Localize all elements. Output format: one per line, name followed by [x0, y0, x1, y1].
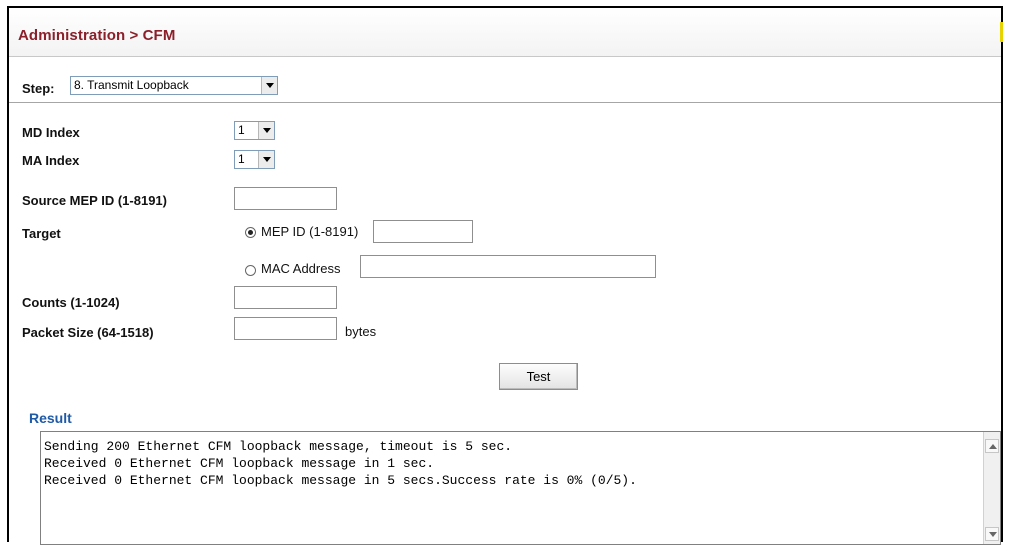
test-button[interactable]: Test: [499, 363, 578, 390]
target-mac-input[interactable]: [360, 255, 656, 278]
step-label: Step:: [22, 81, 55, 96]
md-index-value: 1: [238, 123, 245, 137]
result-line: Received 0 Ethernet CFM loopback message…: [44, 473, 637, 488]
page-title: Administration > CFM: [18, 27, 176, 44]
result-scrollbar[interactable]: [983, 432, 1000, 544]
target-mep-label: MEP ID (1-8191): [261, 224, 359, 239]
target-mep-input[interactable]: [373, 220, 473, 243]
ma-index-select[interactable]: 1: [234, 150, 275, 169]
target-mac-radio[interactable]: [245, 265, 256, 276]
cfm-window: Administration > CFM Step: 8. Transmit L…: [7, 6, 1003, 545]
source-mep-input[interactable]: [234, 187, 337, 210]
scroll-down-icon[interactable]: [985, 527, 999, 541]
step-select[interactable]: 8. Transmit Loopback: [70, 76, 278, 95]
result-heading: Result: [29, 410, 72, 426]
step-bar: Step: 8. Transmit Loopback: [9, 68, 1001, 103]
target-mac-label: MAC Address: [261, 261, 341, 276]
result-line: Received 0 Ethernet CFM loopback message…: [44, 456, 435, 471]
target-label: Target: [22, 226, 61, 241]
packet-size-label: Packet Size (64-1518): [22, 325, 154, 340]
packet-size-unit: bytes: [345, 324, 377, 339]
packet-size-input[interactable]: [234, 317, 337, 340]
source-mep-label: Source MEP ID (1-8191): [22, 193, 167, 208]
ma-index-label: MA Index: [22, 153, 80, 168]
md-index-select[interactable]: 1: [234, 121, 275, 140]
chevron-down-icon[interactable]: [261, 77, 277, 94]
chevron-down-icon[interactable]: [258, 151, 274, 168]
header-accent-bar: [1000, 22, 1003, 42]
step-select-value: 8. Transmit Loopback: [74, 78, 189, 92]
target-mep-radio[interactable]: [245, 227, 256, 238]
chevron-down-icon[interactable]: [258, 122, 274, 139]
result-line: Sending 200 Ethernet CFM loopback messag…: [44, 439, 513, 454]
result-textarea[interactable]: Sending 200 Ethernet CFM loopback messag…: [40, 431, 1001, 545]
page-header: Administration > CFM: [9, 8, 1003, 57]
scroll-up-icon[interactable]: [985, 439, 999, 453]
counts-input[interactable]: [234, 286, 337, 309]
counts-label: Counts (1-1024): [22, 295, 120, 310]
md-index-label: MD Index: [22, 125, 80, 140]
ma-index-value: 1: [238, 152, 245, 166]
